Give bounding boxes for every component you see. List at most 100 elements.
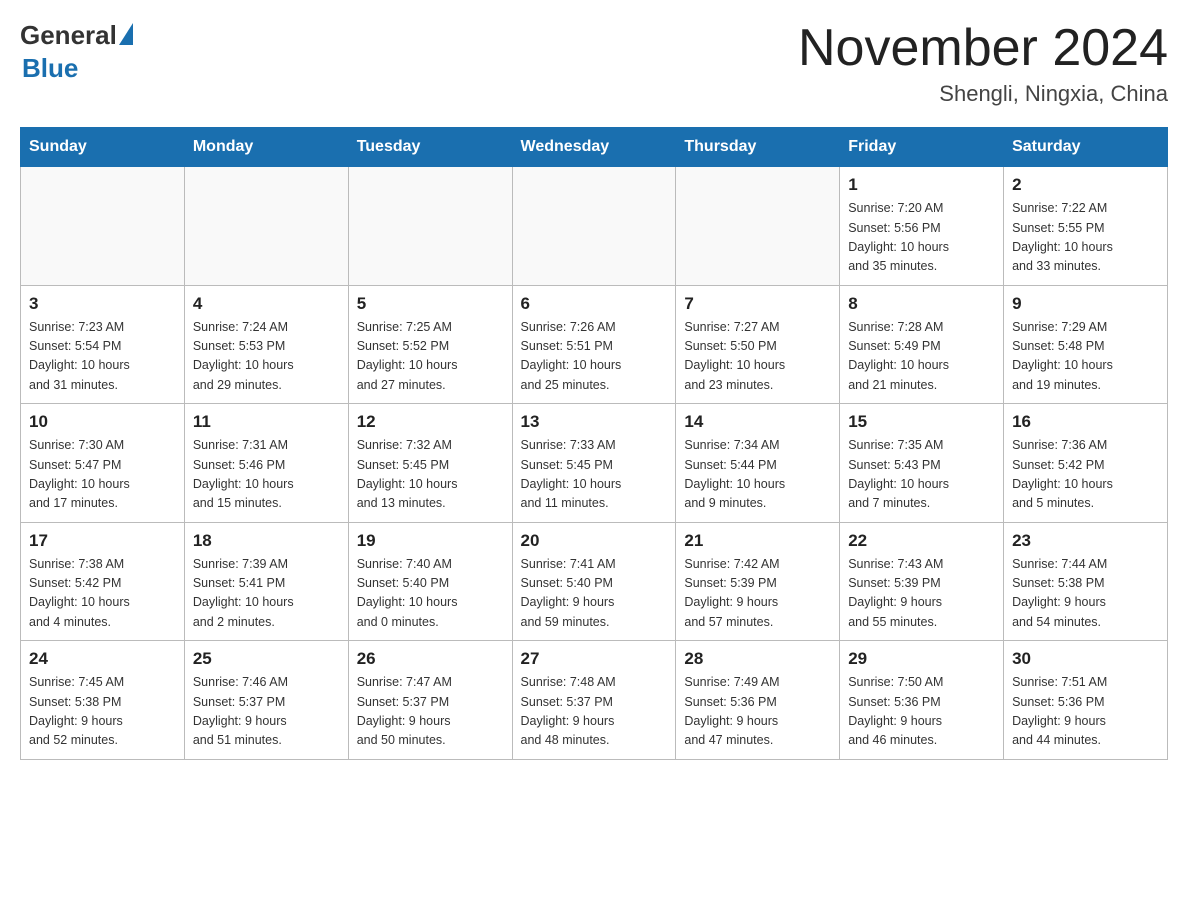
day-info: Sunrise: 7:29 AMSunset: 5:48 PMDaylight:… [1012,318,1159,396]
day-number: 6 [521,294,668,314]
logo-general-text: General [20,20,117,51]
weekday-header: Saturday [1004,128,1168,167]
title-section: November 2024 Shengli, Ningxia, China [798,20,1168,107]
calendar-day-cell [348,167,512,286]
day-number: 22 [848,531,995,551]
day-number: 2 [1012,175,1159,195]
calendar-day-cell: 6 Sunrise: 7:26 AMSunset: 5:51 PMDaylight… [512,285,676,404]
calendar-week-row: 17Sunrise: 7:38 AMSunset: 5:42 PMDayligh… [21,522,1168,641]
weekday-header: Tuesday [348,128,512,167]
day-number: 1 [848,175,995,195]
calendar-day-cell: 20 Sunrise: 7:41 AMSunset: 5:40 PMDayligh… [512,522,676,641]
day-number: 14 [684,412,831,432]
page-header: General Blue November 2024 Shengli, Ning… [20,20,1168,107]
calendar-day-cell: 11 Sunrise: 7:31 AMSunset: 5:46 PMDayligh… [184,404,348,523]
calendar-day-cell: 25 Sunrise: 7:46 AMSunset: 5:37 PMDayligh… [184,641,348,760]
calendar-day-cell: 23 Sunrise: 7:44 AMSunset: 5:38 PMDayligh… [1004,522,1168,641]
day-number: 15 [848,412,995,432]
calendar-day-cell: 24 Sunrise: 7:45 AMSunset: 5:38 PMDayligh… [21,641,185,760]
day-info: Sunrise: 7:31 AMSunset: 5:46 PMDaylight:… [193,436,340,514]
day-number: 7 [684,294,831,314]
calendar-day-cell [676,167,840,286]
calendar-day-cell: 1 Sunrise: 7:20 AMSunset: 5:56 PMDaylight… [840,167,1004,286]
day-info: Sunrise: 7:44 AMSunset: 5:38 PMDaylight:… [1012,555,1159,633]
day-info: Sunrise: 7:27 AMSunset: 5:50 PMDaylight:… [684,318,831,396]
calendar-day-cell: 15 Sunrise: 7:35 AMSunset: 5:43 PMDayligh… [840,404,1004,523]
day-number: 17 [29,531,176,551]
day-info: Sunrise: 7:28 AMSunset: 5:49 PMDaylight:… [848,318,995,396]
calendar-day-cell: 7 Sunrise: 7:27 AMSunset: 5:50 PMDaylight… [676,285,840,404]
calendar-day-cell: 8 Sunrise: 7:28 AMSunset: 5:49 PMDaylight… [840,285,1004,404]
day-number: 9 [1012,294,1159,314]
day-info: Sunrise: 7:40 AMSunset: 5:40 PMDaylight:… [357,555,504,633]
day-info: Sunrise: 7:35 AMSunset: 5:43 PMDaylight:… [848,436,995,514]
day-number: 4 [193,294,340,314]
calendar-day-cell: 4 Sunrise: 7:24 AMSunset: 5:53 PMDaylight… [184,285,348,404]
day-number: 26 [357,649,504,669]
day-info: Sunrise: 7:50 AMSunset: 5:36 PMDaylight:… [848,673,995,751]
day-info: Sunrise: 7:26 AMSunset: 5:51 PMDaylight:… [521,318,668,396]
day-number: 8 [848,294,995,314]
day-info: Sunrise: 7:51 AMSunset: 5:36 PMDaylight:… [1012,673,1159,751]
day-number: 5 [357,294,504,314]
calendar-day-cell: 18Sunrise: 7:39 AMSunset: 5:41 PMDayligh… [184,522,348,641]
day-info: Sunrise: 7:22 AMSunset: 5:55 PMDaylight:… [1012,199,1159,277]
logo: General Blue [20,20,133,84]
day-info: Sunrise: 7:24 AMSunset: 5:53 PMDaylight:… [193,318,340,396]
calendar-week-row: 10 Sunrise: 7:30 AMSunset: 5:47 PMDayligh… [21,404,1168,523]
calendar-table: SundayMondayTuesdayWednesdayThursdayFrid… [20,127,1168,760]
day-info: Sunrise: 7:23 AMSunset: 5:54 PMDaylight:… [29,318,176,396]
day-info: Sunrise: 7:36 AMSunset: 5:42 PMDaylight:… [1012,436,1159,514]
day-number: 21 [684,531,831,551]
day-info: Sunrise: 7:34 AMSunset: 5:44 PMDaylight:… [684,436,831,514]
weekday-header: Friday [840,128,1004,167]
calendar-day-cell [184,167,348,286]
day-number: 27 [521,649,668,669]
day-number: 12 [357,412,504,432]
calendar-day-cell: 17Sunrise: 7:38 AMSunset: 5:42 PMDayligh… [21,522,185,641]
calendar-day-cell: 29 Sunrise: 7:50 AMSunset: 5:36 PMDayligh… [840,641,1004,760]
day-number: 30 [1012,649,1159,669]
day-info: Sunrise: 7:45 AMSunset: 5:38 PMDaylight:… [29,673,176,751]
calendar-day-cell: 10 Sunrise: 7:30 AMSunset: 5:47 PMDayligh… [21,404,185,523]
day-number: 20 [521,531,668,551]
day-number: 16 [1012,412,1159,432]
calendar-day-cell: 19Sunrise: 7:40 AMSunset: 5:40 PMDayligh… [348,522,512,641]
calendar-day-cell: 26 Sunrise: 7:47 AMSunset: 5:37 PMDayligh… [348,641,512,760]
calendar-day-cell: 14 Sunrise: 7:34 AMSunset: 5:44 PMDayligh… [676,404,840,523]
month-title: November 2024 [798,20,1168,77]
day-number: 10 [29,412,176,432]
calendar-day-cell [512,167,676,286]
day-info: Sunrise: 7:20 AMSunset: 5:56 PMDaylight:… [848,199,995,277]
calendar-day-cell: 27 Sunrise: 7:48 AMSunset: 5:37 PMDayligh… [512,641,676,760]
calendar-day-cell: 12 Sunrise: 7:32 AMSunset: 5:45 PMDayligh… [348,404,512,523]
day-info: Sunrise: 7:32 AMSunset: 5:45 PMDaylight:… [357,436,504,514]
day-number: 24 [29,649,176,669]
day-number: 11 [193,412,340,432]
day-info: Sunrise: 7:41 AMSunset: 5:40 PMDaylight:… [521,555,668,633]
logo-blue-part [117,23,133,48]
calendar-day-cell: 5 Sunrise: 7:25 AMSunset: 5:52 PMDaylight… [348,285,512,404]
weekday-header: Monday [184,128,348,167]
day-number: 25 [193,649,340,669]
day-info: Sunrise: 7:49 AMSunset: 5:36 PMDaylight:… [684,673,831,751]
day-number: 23 [1012,531,1159,551]
day-info: Sunrise: 7:46 AMSunset: 5:37 PMDaylight:… [193,673,340,751]
day-info: Sunrise: 7:30 AMSunset: 5:47 PMDaylight:… [29,436,176,514]
day-info: Sunrise: 7:43 AMSunset: 5:39 PMDaylight:… [848,555,995,633]
day-info: Sunrise: 7:48 AMSunset: 5:37 PMDaylight:… [521,673,668,751]
day-number: 13 [521,412,668,432]
day-info: Sunrise: 7:33 AMSunset: 5:45 PMDaylight:… [521,436,668,514]
day-info: Sunrise: 7:25 AMSunset: 5:52 PMDaylight:… [357,318,504,396]
calendar-week-row: 1 Sunrise: 7:20 AMSunset: 5:56 PMDaylight… [21,167,1168,286]
weekday-header: Thursday [676,128,840,167]
day-number: 29 [848,649,995,669]
calendar-day-cell: 16 Sunrise: 7:36 AMSunset: 5:42 PMDayligh… [1004,404,1168,523]
day-info: Sunrise: 7:47 AMSunset: 5:37 PMDaylight:… [357,673,504,751]
weekday-header: Sunday [21,128,185,167]
calendar-day-cell: 22 Sunrise: 7:43 AMSunset: 5:39 PMDayligh… [840,522,1004,641]
calendar-day-cell: 3Sunrise: 7:23 AMSunset: 5:54 PMDaylight… [21,285,185,404]
calendar-day-cell: 28 Sunrise: 7:49 AMSunset: 5:36 PMDayligh… [676,641,840,760]
day-number: 28 [684,649,831,669]
logo-arrow-icon [119,23,133,45]
